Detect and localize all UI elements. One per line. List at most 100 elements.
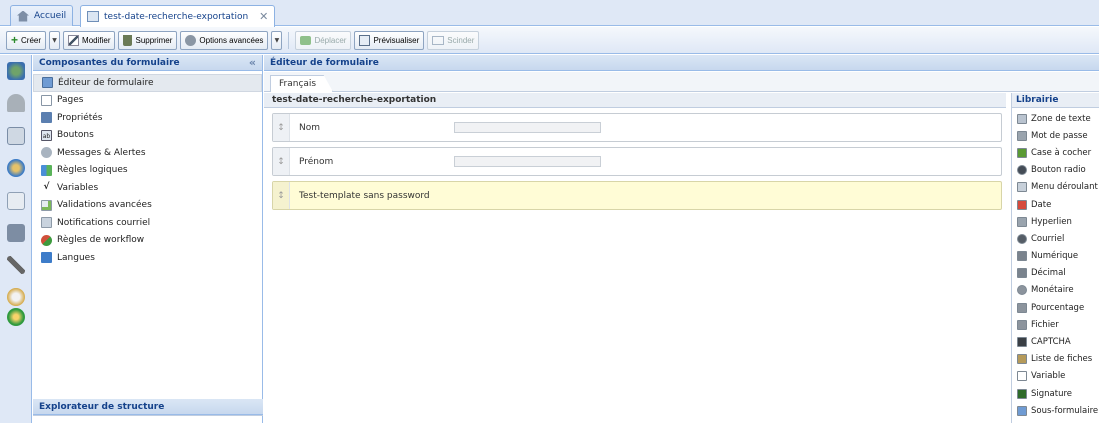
advanced-dropdown-arrow[interactable]: ▼	[271, 30, 283, 50]
item-label: Boutons	[57, 130, 94, 141]
at-icon	[1017, 233, 1027, 244]
form-icon	[87, 11, 99, 22]
currency-icon	[1017, 285, 1027, 296]
library-item-checkbox[interactable]: Case à cocher	[1012, 144, 1099, 161]
map-icon[interactable]	[7, 308, 25, 326]
form-edit-icon[interactable]	[7, 127, 25, 145]
library-item-list[interactable]: Liste de fiches	[1012, 351, 1099, 368]
item-label: Propriétés	[57, 112, 103, 123]
workflow-icon	[41, 234, 52, 246]
tab-accueil[interactable]: Accueil	[10, 5, 74, 26]
drag-handle-icon[interactable]: ↕	[273, 114, 290, 141]
delete-button[interactable]: Supprimer	[118, 30, 178, 50]
component-item-buttons[interactable]: ab Boutons	[33, 127, 262, 145]
preview-icon	[359, 34, 371, 46]
library-item-date[interactable]: Date	[1012, 196, 1099, 213]
trash-icon	[123, 34, 133, 46]
component-item-pages[interactable]: Pages	[33, 92, 262, 110]
component-item-messages[interactable]: Messages & Alertes	[33, 144, 262, 162]
collapse-icon[interactable]: «	[249, 56, 256, 69]
library-item-label: Courriel	[1031, 233, 1065, 244]
chart-icon[interactable]	[7, 192, 25, 210]
text-input[interactable]	[454, 122, 601, 133]
component-item-form-editor[interactable]: Éditeur de formulaire	[33, 74, 262, 92]
preview-button[interactable]: Prévisualiser	[354, 30, 425, 50]
item-label: Éditeur de formulaire	[58, 77, 154, 88]
split-button[interactable]: Scinder	[427, 30, 480, 50]
variable-icon: √	[43, 182, 50, 193]
globe-settings-icon[interactable]	[7, 159, 25, 177]
tab-label: Accueil	[34, 11, 67, 21]
archive-icon[interactable]	[7, 224, 25, 242]
numeric-icon	[1017, 251, 1027, 262]
library-item-decimal[interactable]: Décimal	[1012, 265, 1099, 282]
explorer-title: Explorateur de structure	[39, 401, 165, 412]
library-item-radio[interactable]: Bouton radio	[1012, 162, 1099, 179]
library-item-textarea[interactable]: Zone de texte	[1012, 110, 1099, 127]
library-header: Librairie	[1012, 93, 1099, 108]
component-item-properties[interactable]: Propriétés	[33, 109, 262, 127]
form-note-row[interactable]: ↕ Test-template sans password	[272, 181, 1002, 210]
component-item-variables[interactable]: √ Variables	[33, 179, 262, 197]
subform-icon	[1017, 405, 1027, 416]
close-icon[interactable]: ✕	[259, 10, 268, 23]
library-item-attachment[interactable]: Fichier	[1012, 316, 1099, 333]
library-item-currency[interactable]: Monétaire	[1012, 282, 1099, 299]
tab-francais[interactable]: Français	[270, 75, 334, 92]
item-label: Règles logiques	[57, 165, 128, 176]
refresh-icon[interactable]	[7, 62, 25, 80]
item-label: Notifications courriel	[57, 217, 151, 228]
library-title: Librairie	[1016, 95, 1059, 105]
component-item-notifications[interactable]: Notifications courriel	[33, 214, 262, 232]
form-name-header: test-date-recherche-exportation	[264, 93, 1006, 108]
create-dropdown-arrow[interactable]: ▼	[49, 30, 61, 50]
list-icon	[1017, 354, 1027, 365]
split-icon	[432, 35, 445, 45]
library-item-label: Liste de fiches	[1031, 354, 1093, 365]
component-item-languages[interactable]: Langues	[33, 249, 262, 267]
move-icon	[300, 35, 312, 45]
library-item-label: Fichier	[1031, 319, 1059, 330]
email-icon	[41, 217, 52, 229]
library-item-at[interactable]: Courriel	[1012, 230, 1099, 247]
properties-icon	[41, 112, 52, 124]
button-icon: ab	[41, 129, 52, 141]
library-item-password[interactable]: Mot de passe	[1012, 127, 1099, 144]
library-item-dropdown[interactable]: Menu déroulant	[1012, 179, 1099, 196]
logic-rules-icon	[41, 164, 52, 176]
library-item-variable[interactable]: Variable	[1012, 368, 1099, 385]
library-item-subform[interactable]: Sous-formulaire	[1012, 402, 1099, 419]
component-item-validations[interactable]: Validations avancées	[33, 197, 262, 215]
text-input[interactable]	[454, 156, 601, 167]
library-item-label: Pourcentage	[1031, 302, 1085, 313]
library-item-percent[interactable]: Pourcentage	[1012, 299, 1099, 316]
tab-form[interactable]: test-date-recherche-exportation ✕	[80, 5, 276, 27]
form-field-row[interactable]: ↕ Prénom	[272, 147, 1002, 176]
form-editor-icon	[42, 77, 53, 89]
message-icon	[41, 147, 52, 159]
split-label: Scinder	[447, 35, 475, 45]
library-item-captcha[interactable]: CAPTCHA	[1012, 333, 1099, 350]
home-icon	[17, 10, 29, 22]
item-label: Messages & Alertes	[57, 147, 146, 158]
database-icon[interactable]	[7, 94, 25, 112]
component-item-workflow[interactable]: Règles de workflow	[33, 232, 262, 250]
form-field-row[interactable]: ↕ Nom	[272, 113, 1002, 142]
create-button[interactable]: + Créer	[6, 30, 47, 50]
library-item-link[interactable]: Hyperlien	[1012, 213, 1099, 230]
component-item-logic-rules[interactable]: Règles logiques	[33, 162, 262, 180]
library-item-signature[interactable]: Signature	[1012, 385, 1099, 402]
signature-icon	[1017, 388, 1027, 399]
search-user-icon[interactable]	[7, 288, 25, 306]
password-icon	[1017, 130, 1027, 141]
move-button[interactable]: Déplacer	[295, 30, 352, 50]
item-label: Pages	[57, 95, 84, 106]
drag-handle-icon[interactable]: ↕	[273, 148, 290, 175]
modify-button[interactable]: Modifier	[63, 30, 116, 50]
drag-handle-icon[interactable]: ↕	[273, 182, 290, 209]
library-item-numeric[interactable]: Numérique	[1012, 248, 1099, 265]
components-title: Composantes du formulaire	[39, 57, 180, 68]
advanced-options-button[interactable]: Options avancées	[180, 30, 269, 50]
tools-icon[interactable]	[7, 256, 25, 274]
item-label: Validations avancées	[57, 200, 152, 211]
